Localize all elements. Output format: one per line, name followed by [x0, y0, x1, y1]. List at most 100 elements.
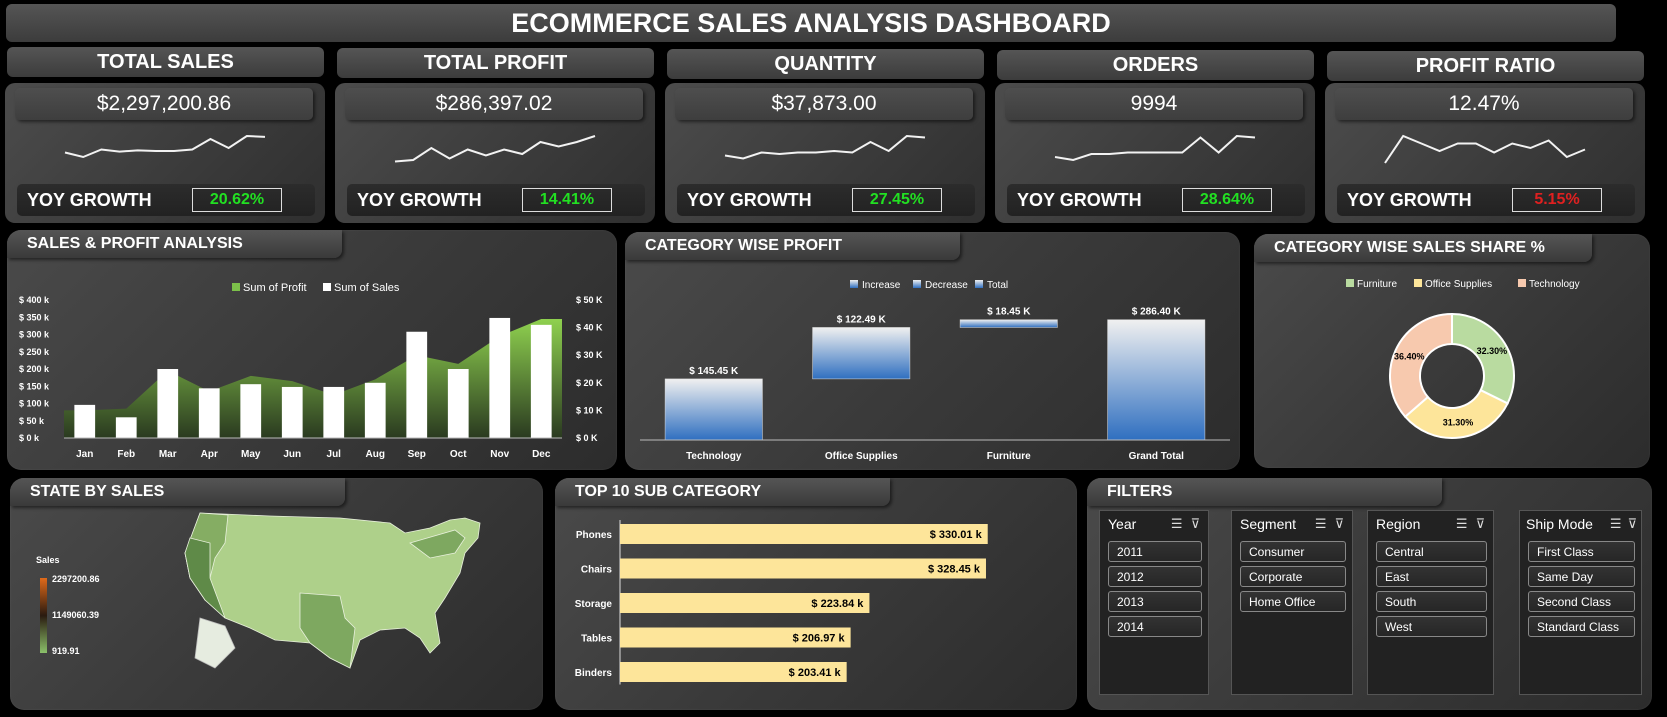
kpi-card-total-sales: $2,297,200.86 YOY GROWTH 20.62%	[5, 83, 325, 223]
filter-item[interactable]: West	[1376, 616, 1487, 637]
yoy-label: YOY GROWTH	[357, 189, 482, 210]
x-tick: Technology	[686, 451, 742, 462]
filter-item[interactable]: First Class	[1528, 541, 1635, 562]
donut-slice	[1389, 312, 1453, 419]
multiselect-icon[interactable]: ☰	[1315, 516, 1327, 532]
sales-bar	[157, 369, 179, 438]
clear-filter-icon[interactable]: ⊽	[1627, 516, 1637, 532]
sales-bar	[323, 386, 345, 438]
x-tick: Jul	[327, 449, 342, 460]
sales-bar	[115, 417, 137, 438]
sparkline	[394, 135, 596, 163]
x-tick: Sep	[408, 449, 426, 460]
y-tick: Chairs	[581, 565, 613, 576]
legend-swatch	[913, 280, 921, 288]
x-tick: Apr	[201, 449, 218, 460]
legend-label: Decrease	[925, 280, 968, 291]
legend-label: Increase	[862, 280, 901, 291]
legend-label-profit: Sum of Profit	[243, 282, 307, 294]
filter-item[interactable]: Home Office	[1240, 591, 1346, 612]
sales-bar	[240, 384, 262, 438]
clear-filter-icon[interactable]: ⊽	[1190, 516, 1200, 532]
x-tick: Dec	[532, 449, 551, 460]
us-map: Sales 2297200.86 1149060.39 919.91	[36, 512, 481, 669]
legend-swatch-profit	[232, 283, 240, 291]
panel-top10: TOP 10 SUB CATEGORY Phones $ 330.01 k Chai…	[555, 478, 1077, 710]
filter-item[interactable]: Corporate	[1240, 566, 1346, 587]
panel-category-share: CATEGORY WISE SALES SHARE % Furniture Off…	[1254, 234, 1650, 468]
sparkline-path	[1054, 134, 1256, 162]
filter-item[interactable]: Same Day	[1528, 566, 1635, 587]
legend-label-sales: Sum of Sales	[334, 282, 400, 294]
panel-title: FILTERS	[1087, 478, 1442, 506]
map-legend-mid: 1149060.39	[52, 610, 99, 620]
yoy-value: 28.64%	[1182, 188, 1272, 212]
kpi-header-quantity: QUANTITY	[667, 49, 984, 79]
y-right-tick: $ 40 K	[576, 323, 603, 333]
y-left-tick: $ 100 k	[19, 399, 50, 409]
sales-bar	[364, 382, 386, 438]
filter-item[interactable]: 2012	[1108, 566, 1202, 587]
data-label: $ 330.01 k	[930, 529, 983, 541]
waterfall-bar	[812, 327, 911, 380]
filter-header: Region ☰ ⊽	[1368, 511, 1493, 537]
data-label: $ 145.45 K	[689, 366, 739, 377]
y-left-tick: $ 400 k	[19, 295, 50, 305]
filter-ship-mode: Ship Mode ☰ ⊽ First Class Same Day Second…	[1519, 510, 1642, 695]
multiselect-icon[interactable]: ☰	[1171, 516, 1183, 532]
filter-item[interactable]: Standard Class	[1528, 616, 1635, 637]
dashboard-title: ECOMMERCE SALES ANALYSIS DASHBOARD	[6, 4, 1616, 42]
data-label: 32.30%	[1477, 346, 1508, 356]
y-left-tick: $ 50 k	[19, 416, 45, 426]
filter-item[interactable]: Central	[1376, 541, 1487, 562]
sparkline-path	[1384, 134, 1586, 164]
filter-item[interactable]: East	[1376, 566, 1487, 587]
waterfall-bar	[959, 319, 1058, 328]
y-left-tick: $ 150 k	[19, 381, 50, 391]
sparkline-path	[394, 135, 596, 163]
waterfall-bar	[664, 378, 763, 441]
clear-filter-icon[interactable]: ⊽	[1475, 516, 1485, 532]
panel-sales-profit: SALES & PROFIT ANALYSIS Sum of Profit Sum…	[7, 230, 617, 470]
filter-item[interactable]: South	[1376, 591, 1487, 612]
filter-item[interactable]: Second Class	[1528, 591, 1635, 612]
sparkline	[1384, 134, 1586, 164]
yoy-row: YOY GROWTH 5.15%	[1337, 184, 1635, 216]
y-left-tick: $ 0 k	[19, 433, 40, 443]
map-legend-bar	[40, 578, 47, 653]
x-tick: May	[241, 449, 261, 460]
multiselect-icon[interactable]: ☰	[1610, 516, 1622, 532]
legend-label: Technology	[1529, 279, 1580, 290]
y-tick: Phones	[576, 530, 613, 541]
x-tick: Aug	[366, 449, 385, 460]
clear-filter-icon[interactable]: ⊽	[1334, 516, 1344, 532]
legend-label: Furniture	[1357, 279, 1397, 290]
sales-bar	[281, 386, 303, 438]
yoy-row: YOY GROWTH 27.45%	[677, 184, 975, 216]
data-label: $ 328.45 k	[928, 564, 981, 576]
filter-name: Year	[1108, 516, 1137, 532]
legend-swatch	[1518, 279, 1526, 287]
x-tick: Nov	[490, 449, 509, 460]
filter-name: Region	[1376, 516, 1421, 532]
panel-category-profit: CATEGORY WISE PROFIT Increase Decrease Tot…	[625, 232, 1240, 470]
map-legend-max: 2297200.86	[52, 574, 100, 584]
filter-item[interactable]: 2013	[1108, 591, 1202, 612]
y-tick: Binders	[575, 668, 613, 679]
filter-header: Year ☰ ⊽	[1100, 511, 1208, 537]
y-right-tick: $ 50 K	[576, 295, 603, 305]
kpi-header-orders: ORDERS	[997, 50, 1314, 80]
x-tick: Office Supplies	[825, 451, 898, 462]
donut-chart: Furniture Office Supplies Technology 32.30%…	[1346, 279, 1580, 439]
y-tick: Storage	[575, 599, 613, 610]
filter-item[interactable]: 2014	[1108, 616, 1202, 637]
kpi-header-profit-ratio: PROFIT RATIO	[1327, 51, 1644, 81]
filter-item[interactable]: Consumer	[1240, 541, 1346, 562]
kpi-card-profit-ratio: 12.47% YOY GROWTH 5.15%	[1325, 83, 1645, 223]
multiselect-icon[interactable]: ☰	[1456, 516, 1468, 532]
filter-item[interactable]: 2011	[1108, 541, 1202, 562]
kpi-card-quantity: $37,873.00 YOY GROWTH 27.45%	[665, 83, 985, 223]
map-legend-title: Sales	[36, 555, 60, 565]
kpi-header-total-sales: TOTAL SALES	[7, 47, 324, 77]
sales-bar	[447, 369, 469, 438]
